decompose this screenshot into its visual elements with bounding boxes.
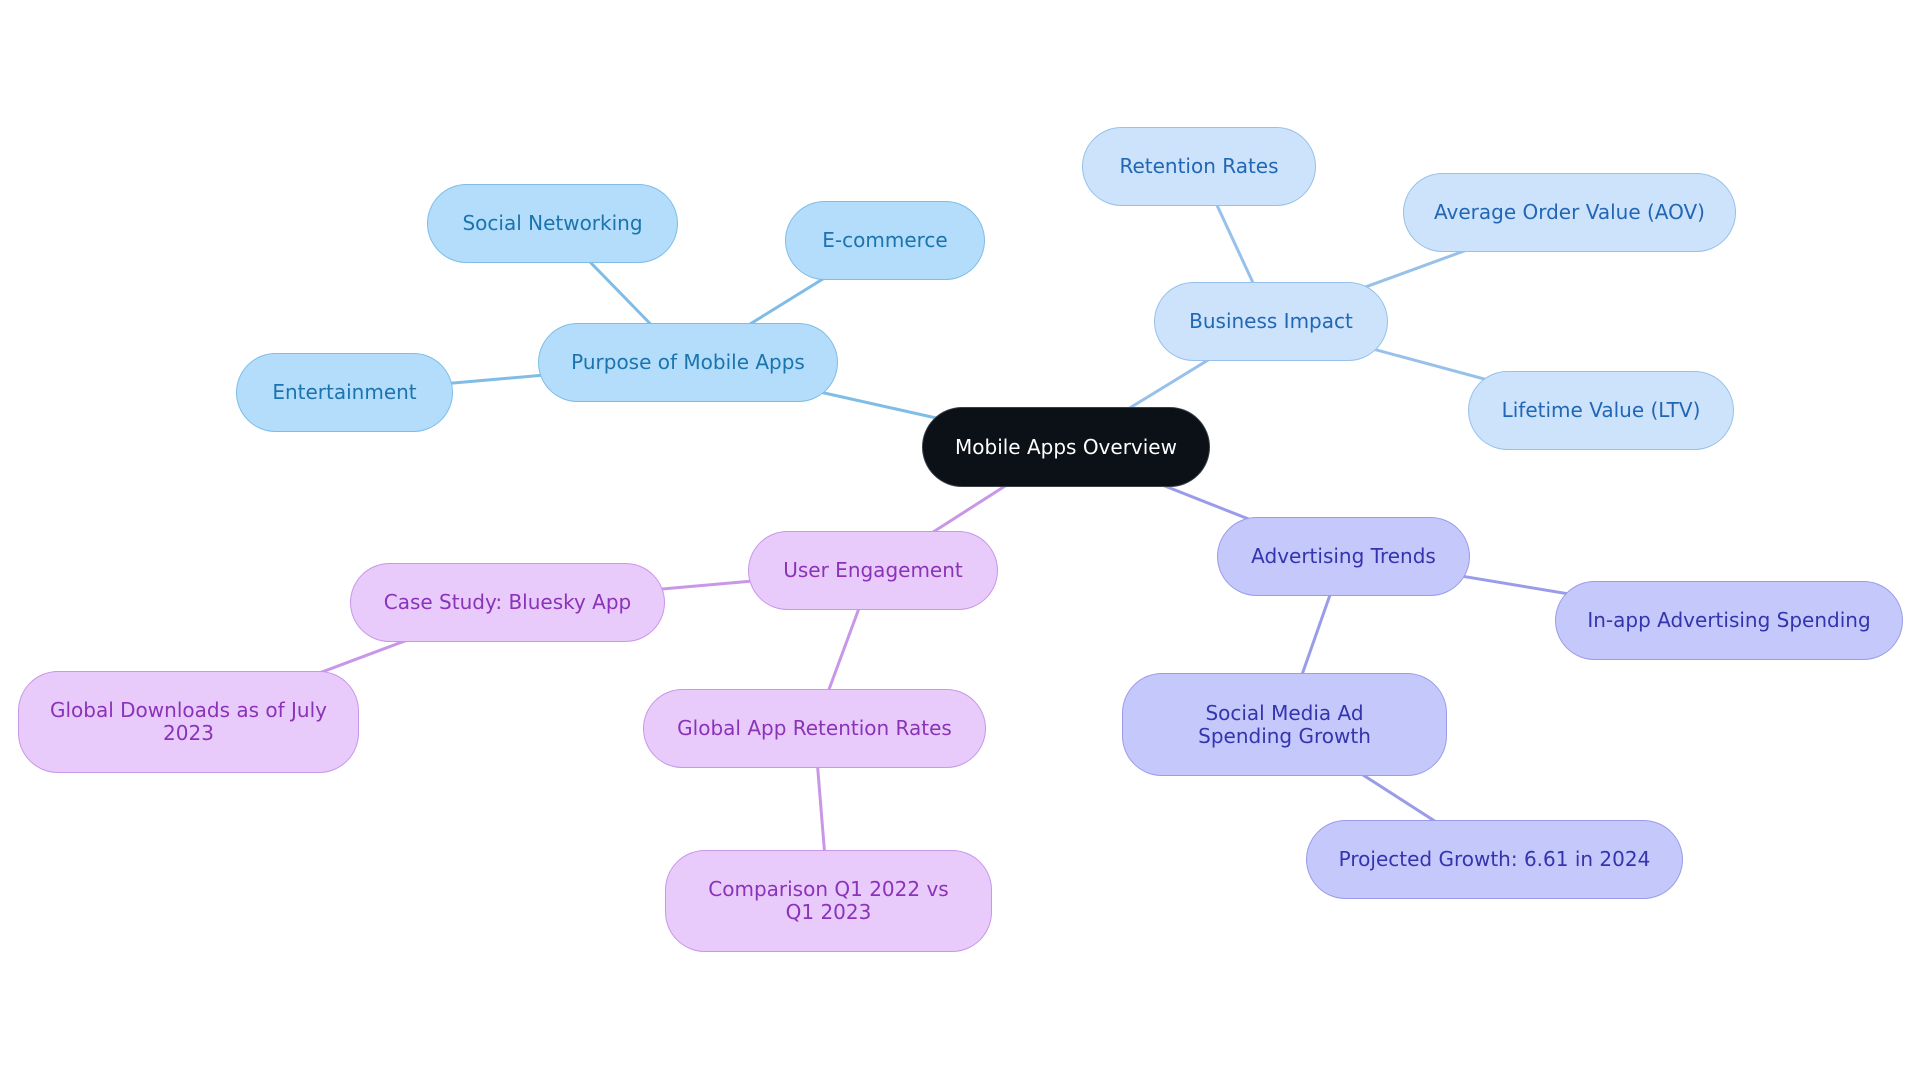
node-case-study-bluesky[interactable]: Case Study: Bluesky App bbox=[350, 563, 665, 642]
node-user-engagement[interactable]: User Engagement bbox=[748, 531, 998, 610]
node-mobile-apps-overview[interactable]: Mobile Apps Overview bbox=[922, 407, 1210, 487]
node-global-downloads[interactable]: Global Downloads as of July 2023 bbox=[18, 671, 359, 773]
node-e-commerce[interactable]: E-commerce bbox=[785, 201, 985, 280]
node-advertising-trends[interactable]: Advertising Trends bbox=[1217, 517, 1470, 596]
node-global-app-retention-rates[interactable]: Global App Retention Rates bbox=[643, 689, 986, 768]
node-retention-rates[interactable]: Retention Rates bbox=[1082, 127, 1316, 206]
node-lifetime-value[interactable]: Lifetime Value (LTV) bbox=[1468, 371, 1734, 450]
node-entertainment[interactable]: Entertainment bbox=[236, 353, 453, 432]
node-in-app-advertising-spending[interactable]: In-app Advertising Spending bbox=[1555, 581, 1903, 660]
node-purpose-of-mobile-apps[interactable]: Purpose of Mobile Apps bbox=[538, 323, 838, 402]
node-average-order-value[interactable]: Average Order Value (AOV) bbox=[1403, 173, 1736, 252]
node-business-impact[interactable]: Business Impact bbox=[1154, 282, 1388, 361]
node-social-networking[interactable]: Social Networking bbox=[427, 184, 678, 263]
node-projected-growth[interactable]: Projected Growth: 6.61 in 2024 bbox=[1306, 820, 1683, 899]
node-social-media-ad-spending-growth[interactable]: Social Media Ad Spending Growth bbox=[1122, 673, 1447, 776]
node-comparison-q1[interactable]: Comparison Q1 2022 vs Q1 2023 bbox=[665, 850, 992, 952]
